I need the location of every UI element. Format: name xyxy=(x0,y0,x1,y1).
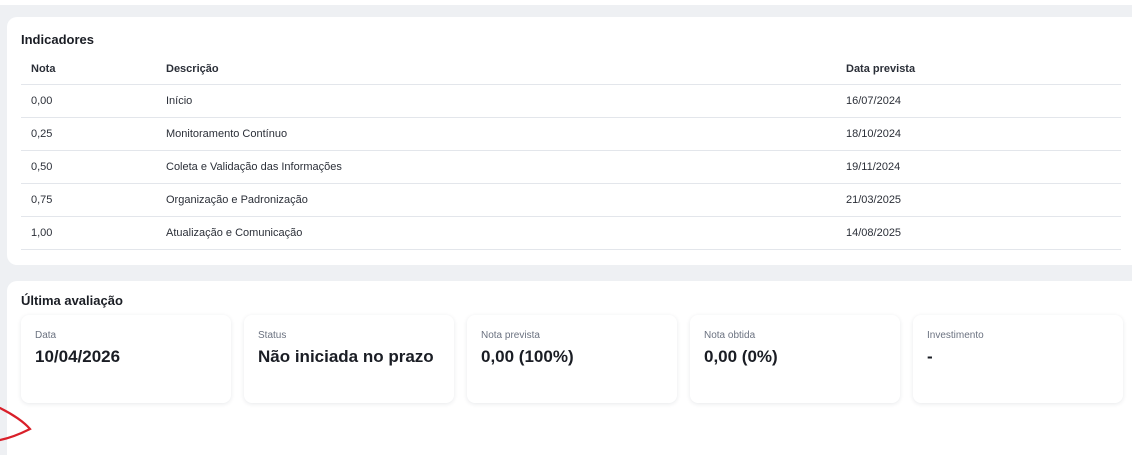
cell-descricao: Organização e Padronização xyxy=(156,183,836,217)
table-row: 0,75 Organização e Padronização 21/03/20… xyxy=(21,183,1121,217)
top-strip xyxy=(0,0,1132,5)
cell-descricao: Monitoramento Contínuo xyxy=(156,117,836,151)
column-header-descricao: Descrição xyxy=(156,53,836,85)
metric-value: 0,00 (0%) xyxy=(704,347,778,366)
metric-label: Nota prevista xyxy=(481,330,540,341)
indicators-table: Nota Descrição Data prevista 0,00 Início… xyxy=(21,53,1121,250)
indicators-card: Indicadores Nota Descrição Data prevista… xyxy=(7,17,1132,265)
metric-label: Nota obtida xyxy=(704,330,756,341)
cell-data-prevista: 18/10/2024 xyxy=(836,117,1121,151)
cell-descricao: Atualização e Comunicação xyxy=(156,216,836,250)
cell-nota: 0,25 xyxy=(21,117,156,151)
metric-value: - xyxy=(927,347,933,366)
cell-data-prevista: 16/07/2024 xyxy=(836,84,1121,118)
cell-data-prevista: 21/03/2025 xyxy=(836,183,1121,217)
metric-value: Não iniciada no prazo xyxy=(258,347,434,366)
column-header-nota: Nota xyxy=(21,53,156,85)
last-evaluation-title: Última avaliação xyxy=(21,293,123,308)
cell-nota: 0,00 xyxy=(21,84,156,118)
metric-label: Data xyxy=(35,330,57,341)
red-annotation-mark xyxy=(0,406,32,442)
table-row: 1,00 Atualização e Comunicação 14/08/202… xyxy=(21,216,1121,250)
metric-value: 10/04/2026 xyxy=(35,347,121,366)
column-header-data-prevista: Data prevista xyxy=(836,53,1121,85)
metric-card-nota-prevista: Nota prevista 0,00 (100%) xyxy=(467,315,677,403)
metric-card-data: Data 10/04/2026 xyxy=(21,315,231,403)
table-header-row: Nota Descrição Data prevista xyxy=(21,53,1121,85)
metric-card-status: Status Não iniciada no prazo xyxy=(244,315,454,403)
table-row: 0,25 Monitoramento Contínuo 18/10/2024 xyxy=(21,117,1121,151)
cell-nota: 1,00 xyxy=(21,216,156,250)
table-row: 0,00 Início 16/07/2024 xyxy=(21,84,1121,118)
metric-label: Status xyxy=(258,330,287,341)
metric-label: Investimento xyxy=(927,330,984,341)
cell-descricao: Início xyxy=(156,84,836,118)
metric-card-investimento: Investimento - xyxy=(913,315,1123,403)
cell-data-prevista: 14/08/2025 xyxy=(836,216,1121,250)
cell-data-prevista: 19/11/2024 xyxy=(836,150,1121,184)
last-evaluation-card: Última avaliação Data 10/04/2026 Status … xyxy=(7,281,1132,455)
cell-nota: 0,75 xyxy=(21,183,156,217)
metric-card-nota-obtida: Nota obtida 0,00 (0%) xyxy=(690,315,900,403)
cell-descricao: Coleta e Validação das Informações xyxy=(156,150,836,184)
indicators-title: Indicadores xyxy=(21,32,94,47)
metric-value: 0,00 (100%) xyxy=(481,347,574,366)
cell-nota: 0,50 xyxy=(21,150,156,184)
table-row: 0,50 Coleta e Validação das Informações … xyxy=(21,150,1121,184)
